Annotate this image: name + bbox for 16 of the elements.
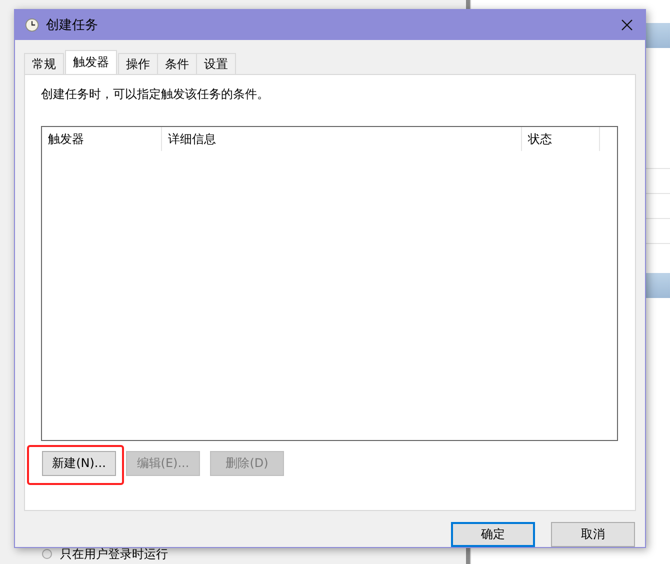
column-header[interactable]: 触发器 <box>42 127 162 151</box>
description-text: 创建任务时，可以指定触发该任务的条件。 <box>41 86 270 103</box>
column-header[interactable]: 详细信息 <box>162 127 522 151</box>
tab[interactable]: 操作 <box>118 53 158 74</box>
tab[interactable]: 常规 <box>24 53 64 74</box>
window-title: 创建任务 <box>46 17 98 34</box>
tab[interactable]: 设置 <box>196 53 236 74</box>
close-icon[interactable] <box>621 19 633 31</box>
radio-label: 只在用户登录时运行 <box>60 546 168 562</box>
button[interactable]: 取消 <box>551 522 635 547</box>
tab[interactable]: 触发器 <box>65 50 117 74</box>
clock-icon <box>25 18 39 32</box>
radio-button[interactable] <box>42 549 52 559</box>
button[interactable]: 新建(N)... <box>42 451 116 476</box>
column-header[interactable]: 状态 <box>522 127 600 151</box>
button[interactable]: 确定 <box>451 522 535 547</box>
